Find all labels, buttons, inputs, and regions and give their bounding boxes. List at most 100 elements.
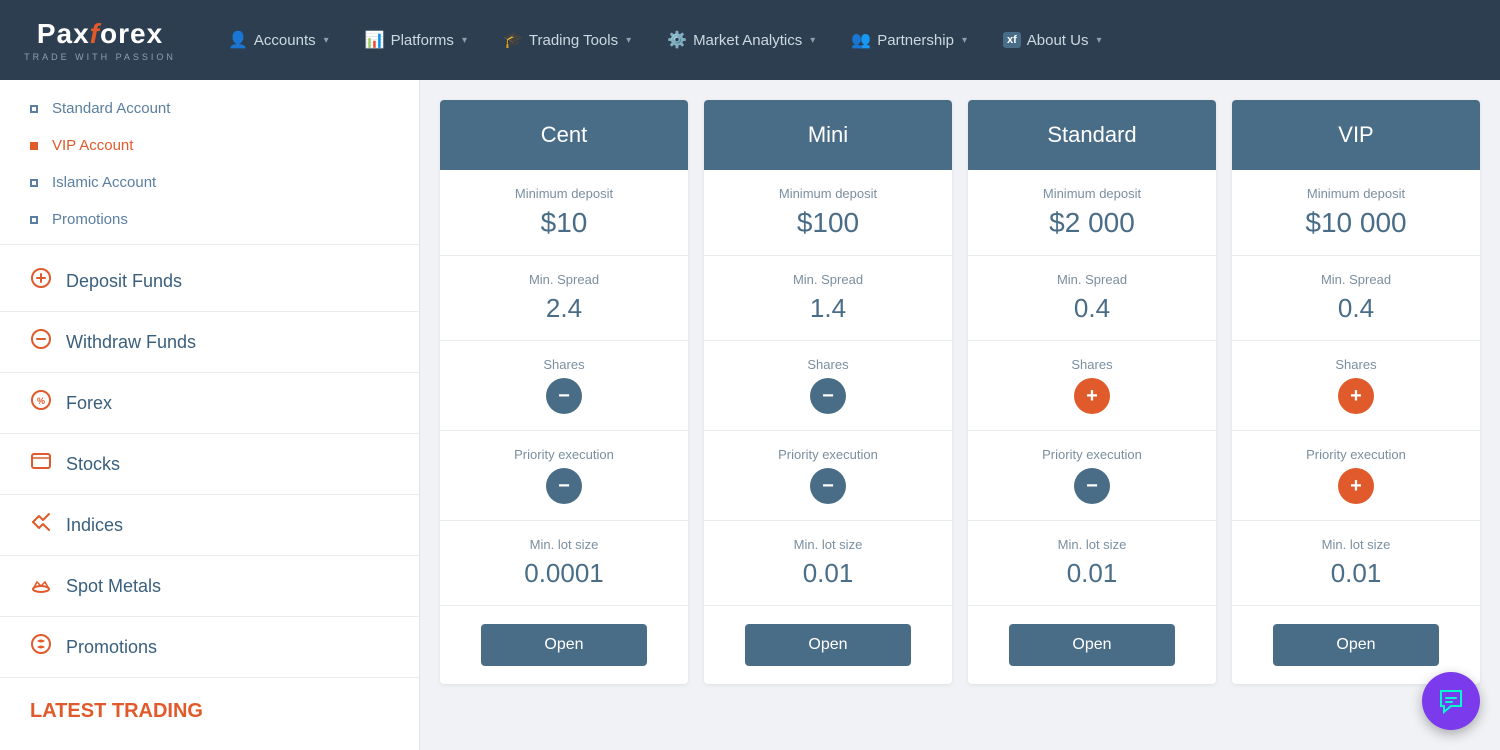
- min-spread-label: Min. Spread: [1057, 272, 1127, 287]
- logo-f: f: [90, 18, 100, 49]
- sidebar-latest-trading: LATEST TRADING: [0, 678, 419, 734]
- nav-trading-tools-label: Trading Tools: [529, 32, 618, 49]
- plan-shares-vip: Shares +: [1232, 341, 1480, 431]
- plan-card-vip: VIP Minimum deposit $10 000 Min. Spread …: [1232, 100, 1480, 684]
- plan-card-mini: Mini Minimum deposit $100 Min. Spread 1.…: [704, 100, 952, 684]
- accounts-chevron: ▾: [324, 35, 329, 46]
- plan-priority-standard: Priority execution −: [968, 431, 1216, 521]
- vip-account-label: VIP Account: [52, 137, 133, 154]
- sidebar-item-spot-metals[interactable]: Spot Metals: [0, 556, 419, 617]
- nav-trading-tools[interactable]: 🎓 Trading Tools ▾: [485, 0, 649, 80]
- min-spread-value: 1.4: [810, 293, 846, 324]
- nav-partnership[interactable]: 👥 Partnership ▾: [833, 0, 985, 80]
- shares-minus-icon: −: [810, 378, 846, 414]
- plan-lot-size-cent: Min. lot size 0.0001: [440, 521, 688, 606]
- plan-header-standard: Standard: [968, 100, 1216, 170]
- market-analytics-chevron: ▾: [810, 35, 815, 46]
- plan-lot-size-mini: Min. lot size 0.01: [704, 521, 952, 606]
- sidebar-item-forex[interactable]: % Forex: [0, 373, 419, 434]
- plan-min-spread-vip: Min. Spread 0.4: [1232, 256, 1480, 341]
- about-us-icon: xf: [1003, 32, 1021, 48]
- nav-market-analytics-label: Market Analytics: [693, 32, 802, 49]
- min-deposit-label: Minimum deposit: [1043, 186, 1141, 201]
- about-us-chevron: ▾: [1096, 35, 1101, 46]
- sidebar-item-indices[interactable]: Indices: [0, 495, 419, 556]
- partnership-chevron: ▾: [962, 35, 967, 46]
- vip-account-bullet: [30, 142, 38, 150]
- withdraw-funds-label: Withdraw Funds: [66, 332, 196, 353]
- shares-plus-icon: +: [1074, 378, 1110, 414]
- spot-metals-label: Spot Metals: [66, 576, 161, 597]
- sidebar-item-promotions-sub[interactable]: Promotions: [0, 201, 419, 238]
- partnership-icon: 👥: [851, 30, 871, 50]
- deposit-funds-icon: [30, 267, 52, 295]
- islamic-account-label: Islamic Account: [52, 174, 156, 191]
- plan-min-spread-cent: Min. Spread 2.4: [440, 256, 688, 341]
- trading-tools-icon: 🎓: [503, 30, 523, 50]
- lot-size-value: 0.01: [1067, 558, 1118, 589]
- priority-minus-icon: −: [1074, 468, 1110, 504]
- promotions-sub-bullet: [30, 216, 38, 224]
- sidebar-item-islamic-account[interactable]: Islamic Account: [0, 164, 419, 201]
- plan-header-cent: Cent: [440, 100, 688, 170]
- logo-orex: orex: [100, 18, 163, 49]
- plan-body-standard: Minimum deposit $2 000 Min. Spread 0.4 S…: [968, 170, 1216, 606]
- priority-plus-icon: +: [1338, 468, 1374, 504]
- lot-size-label: Min. lot size: [530, 537, 599, 552]
- chat-bubble[interactable]: [1422, 672, 1480, 730]
- min-deposit-label: Minimum deposit: [515, 186, 613, 201]
- nav-about-us[interactable]: xf About Us ▾: [985, 0, 1120, 80]
- plan-min-deposit-cent: Minimum deposit $10: [440, 170, 688, 256]
- priority-label: Priority execution: [514, 447, 614, 462]
- svg-text:%: %: [37, 396, 45, 406]
- open-button-mini[interactable]: Open: [745, 624, 911, 666]
- comparison-table: Cent Minimum deposit $10 Min. Spread 2.4…: [440, 100, 1480, 684]
- sidebar-item-stocks[interactable]: Stocks: [0, 434, 419, 495]
- indices-icon: [30, 511, 52, 539]
- min-spread-label: Min. Spread: [1321, 272, 1391, 287]
- indices-label: Indices: [66, 515, 123, 536]
- trading-tools-chevron: ▾: [626, 35, 631, 46]
- sidebar-item-withdraw-funds[interactable]: Withdraw Funds: [0, 312, 419, 373]
- min-spread-label: Min. Spread: [529, 272, 599, 287]
- open-button-cent[interactable]: Open: [481, 624, 647, 666]
- sidebar-item-promotions[interactable]: Promotions: [0, 617, 419, 678]
- sidebar-item-vip-account[interactable]: VIP Account: [0, 127, 419, 164]
- withdraw-funds-icon: [30, 328, 52, 356]
- platforms-chevron: ▾: [462, 35, 467, 46]
- stocks-icon: [30, 450, 52, 478]
- sidebar-item-deposit-funds[interactable]: Deposit Funds: [0, 251, 419, 312]
- nav-market-analytics[interactable]: ⚙️ Market Analytics ▾: [649, 0, 833, 80]
- priority-minus-icon: −: [546, 468, 582, 504]
- nav-platforms[interactable]: 📊 Platforms ▾: [347, 0, 485, 80]
- lot-size-value: 0.0001: [524, 558, 604, 589]
- logo[interactable]: Paxforex TRADE WITH PASSION: [20, 18, 180, 62]
- deposit-funds-label: Deposit Funds: [66, 271, 182, 292]
- open-button-vip[interactable]: Open: [1273, 624, 1439, 666]
- plan-card-cent: Cent Minimum deposit $10 Min. Spread 2.4…: [440, 100, 688, 684]
- plan-priority-cent: Priority execution −: [440, 431, 688, 521]
- nav-partnership-label: Partnership: [877, 32, 954, 49]
- plan-min-deposit-standard: Minimum deposit $2 000: [968, 170, 1216, 256]
- plan-shares-mini: Shares −: [704, 341, 952, 431]
- plan-priority-mini: Priority execution −: [704, 431, 952, 521]
- lot-size-label: Min. lot size: [1058, 537, 1127, 552]
- priority-minus-icon: −: [810, 468, 846, 504]
- sidebar: Standard Account VIP Account Islamic Acc…: [0, 80, 420, 750]
- plan-min-deposit-mini: Minimum deposit $100: [704, 170, 952, 256]
- plan-lot-size-standard: Min. lot size 0.01: [968, 521, 1216, 606]
- sidebar-item-standard-account[interactable]: Standard Account: [0, 90, 419, 127]
- shares-label: Shares: [1335, 357, 1376, 372]
- shares-minus-icon: −: [546, 378, 582, 414]
- promotions-label: Promotions: [66, 637, 157, 658]
- open-button-standard[interactable]: Open: [1009, 624, 1175, 666]
- promotions-sub-label: Promotions: [52, 211, 128, 228]
- plan-footer-standard: Open: [968, 606, 1216, 684]
- nav-items: 👤 Accounts ▾ 📊 Platforms ▾ 🎓 Trading Too…: [210, 0, 1480, 80]
- nav-platforms-label: Platforms: [391, 32, 454, 49]
- platforms-icon: 📊: [365, 30, 385, 50]
- min-spread-value: 0.4: [1338, 293, 1374, 324]
- lot-size-label: Min. lot size: [1322, 537, 1391, 552]
- nav-accounts[interactable]: 👤 Accounts ▾: [210, 0, 347, 80]
- plan-body-vip: Minimum deposit $10 000 Min. Spread 0.4 …: [1232, 170, 1480, 606]
